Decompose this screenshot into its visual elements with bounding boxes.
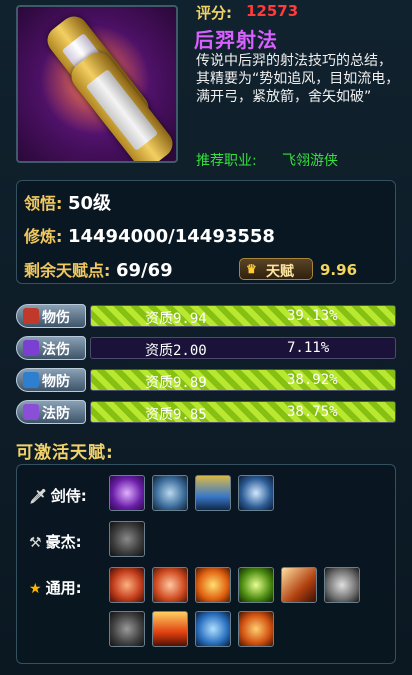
- talent-group-label: 通用:: [45, 579, 82, 597]
- talent-group-label: 豪杰:: [45, 533, 82, 551]
- talent-score: 9.96: [320, 261, 358, 279]
- attribute-percent: 7.11%: [287, 340, 330, 356]
- cultivation-row: 修炼: 14494000/14493558: [24, 223, 275, 247]
- magic-icon: [23, 340, 39, 356]
- score-label: 评分:: [196, 4, 232, 22]
- attribute-bar: 资质2.00 7.11%: [90, 337, 396, 359]
- sword-icon: [23, 308, 39, 324]
- magic-shield-icon: [23, 404, 39, 420]
- skill-name: 后羿射法: [194, 28, 278, 52]
- attribute-quality: 资质9.85: [145, 407, 207, 423]
- attribute-fill: [91, 306, 395, 326]
- talent-group-label: 剑侍:: [50, 487, 87, 505]
- activatable-talents-title: 可激活天赋:: [16, 443, 114, 463]
- attribute-label: 物伤: [42, 310, 70, 326]
- attribute-quality: 资质2.00: [145, 343, 207, 359]
- axe-icon: ⚒: [29, 535, 42, 551]
- talent-skill-icon[interactable]: [195, 611, 231, 647]
- attribute-percent: 39.13%: [287, 308, 338, 324]
- talent-skill-icon[interactable]: [109, 475, 145, 511]
- talent-button[interactable]: ♛ 天赋: [239, 258, 313, 280]
- talent-skill-icon[interactable]: [152, 567, 188, 603]
- talent-skill-icon[interactable]: [109, 521, 145, 557]
- attribute-quality: 资质9.89: [145, 375, 207, 391]
- stats-box: 领悟: 50级 修炼: 14494000/14493558 剩余天赋点: 69/…: [16, 180, 396, 284]
- attribute-label: 法防: [42, 406, 70, 422]
- talent-skill-icon[interactable]: [195, 475, 231, 511]
- scroll-icon: [16, 5, 178, 163]
- remaining-points-value: 69/69: [115, 260, 173, 281]
- talent-box: 🗡 剑侍: ⚒ 豪杰: ★ 通用:: [16, 464, 396, 664]
- talent-skill-icon[interactable]: [109, 567, 145, 603]
- skill-detail-panel: 评分: 12573 后羿射法 传说中后羿的射法技巧的总结，其精要为“势如追风，目…: [0, 0, 412, 675]
- talent-skill-icon[interactable]: [152, 475, 188, 511]
- comprehension-label: 领悟:: [24, 194, 63, 213]
- recommend-label: 推荐职业:: [196, 153, 257, 169]
- attribute-quality: 资质9.94: [145, 311, 207, 327]
- attribute-percent: 38.92%: [287, 372, 338, 388]
- attribute-label: 物防: [42, 374, 70, 390]
- talent-group-general: ★ 通用:: [29, 577, 82, 598]
- attribute-fill: [91, 370, 395, 390]
- crown-icon: ♛: [246, 262, 257, 276]
- comprehension-value: 50级: [67, 193, 112, 214]
- talent-group-hero: ⚒ 豪杰:: [29, 531, 82, 552]
- sword-icon: 🗡: [29, 489, 47, 505]
- score-value: 12573: [246, 2, 299, 20]
- skill-description: 传说中后羿的射法技巧的总结，其精要为“势如追风，目如流电，满开弓，紧放箭，舍矢如…: [196, 53, 400, 105]
- attribute-row-magic-defense: 法防 资质9.85 38.75%: [16, 400, 396, 426]
- attribute-row-physical-attack: 物伤 资质9.94 39.13%: [16, 304, 396, 330]
- remaining-points-label: 剩余天赋点:: [24, 261, 111, 280]
- talent-skill-icon[interactable]: [324, 567, 360, 603]
- talent-skill-icon[interactable]: [195, 567, 231, 603]
- attribute-row-physical-defense: 物防 资质9.89 38.92%: [16, 368, 396, 394]
- talent-skill-icon[interactable]: [281, 567, 317, 603]
- remaining-points-row: 剩余天赋点: 69/69: [24, 257, 173, 281]
- attribute-percent: 38.75%: [287, 404, 338, 420]
- talent-skill-icon[interactable]: [152, 611, 188, 647]
- attribute-fill: [91, 402, 395, 422]
- recommend-class: 飞翎游侠: [282, 153, 338, 169]
- attribute-bar: 资质9.94 39.13%: [90, 305, 396, 327]
- talent-skill-icon[interactable]: [109, 611, 145, 647]
- cultivation-value: 14494000/14493558: [67, 226, 275, 247]
- attribute-label: 法伤: [42, 342, 70, 358]
- talent-skill-icon[interactable]: [238, 475, 274, 511]
- talent-skill-icon[interactable]: [238, 611, 274, 647]
- attribute-bar: 资质9.85 38.75%: [90, 401, 396, 423]
- attribute-row-magic-attack: 法伤 资质2.00 7.11%: [16, 336, 396, 362]
- cultivation-label: 修炼:: [24, 227, 63, 246]
- talent-skill-icon[interactable]: [238, 567, 274, 603]
- shield-icon: [23, 372, 39, 388]
- talent-button-label: 天赋: [266, 263, 294, 279]
- star-icon: ★: [29, 581, 42, 597]
- comprehension-row: 领悟: 50级: [24, 189, 111, 215]
- talent-group-swordsman: 🗡 剑侍:: [29, 485, 87, 506]
- attribute-bar: 资质9.89 38.92%: [90, 369, 396, 391]
